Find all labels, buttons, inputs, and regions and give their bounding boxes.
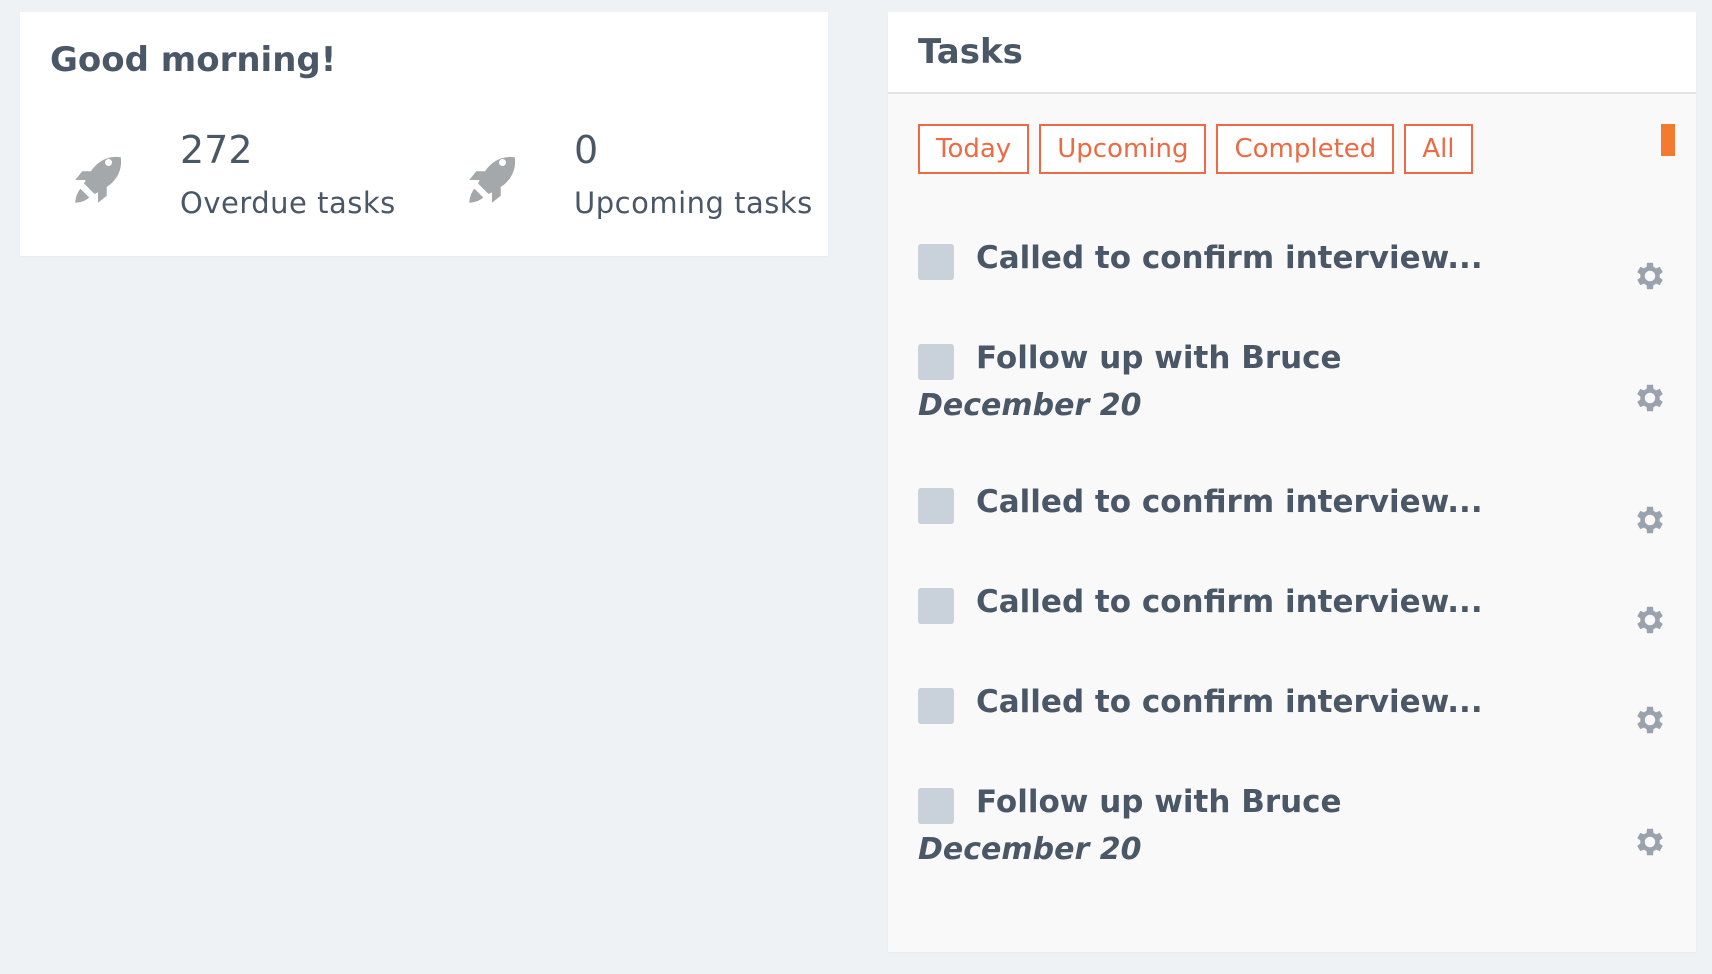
gear-icon[interactable] bbox=[1632, 602, 1668, 638]
upcoming-tasks-stat[interactable]: 0 Upcoming tasks bbox=[464, 122, 824, 232]
gear-icon[interactable] bbox=[1632, 502, 1668, 538]
upcoming-label: Upcoming tasks bbox=[574, 186, 813, 220]
task-filters: Today Upcoming Completed All bbox=[918, 124, 1473, 174]
greeting-heading: Good morning! bbox=[50, 40, 337, 80]
tasks-title: Tasks bbox=[918, 32, 1023, 72]
task-checkbox[interactable] bbox=[918, 788, 954, 824]
gear-icon[interactable] bbox=[1632, 824, 1668, 860]
task-title[interactable]: Follow up with Bruce bbox=[976, 340, 1342, 376]
filter-completed-button[interactable]: Completed bbox=[1216, 124, 1395, 174]
task-checkbox[interactable] bbox=[918, 244, 954, 280]
welcome-card: Good morning! 272 Overdue tasks 0 Upcomi… bbox=[20, 12, 828, 256]
overdue-label: Overdue tasks bbox=[180, 186, 396, 220]
overdue-tasks-stat[interactable]: 272 Overdue tasks bbox=[70, 122, 430, 232]
gear-icon[interactable] bbox=[1632, 702, 1668, 738]
task-title[interactable]: Called to confirm interview... bbox=[976, 484, 1483, 520]
task-title[interactable]: Called to confirm interview... bbox=[976, 584, 1483, 620]
task-checkbox[interactable] bbox=[918, 688, 954, 724]
filter-upcoming-button[interactable]: Upcoming bbox=[1039, 124, 1207, 174]
task-checkbox[interactable] bbox=[918, 588, 954, 624]
task-checkbox[interactable] bbox=[918, 344, 954, 380]
rocket-icon bbox=[70, 152, 126, 208]
rocket-icon bbox=[464, 152, 520, 208]
task-checkbox[interactable] bbox=[918, 488, 954, 524]
scrollbar-thumb[interactable] bbox=[1661, 124, 1675, 156]
upcoming-count: 0 bbox=[574, 128, 599, 172]
task-due-date: December 20 bbox=[918, 832, 1142, 867]
tasks-card: Tasks Today Upcoming Completed All Calle… bbox=[888, 12, 1696, 952]
filter-today-button[interactable]: Today bbox=[918, 124, 1030, 174]
filter-all-button[interactable]: All bbox=[1404, 124, 1473, 174]
overdue-count: 272 bbox=[180, 128, 253, 172]
task-title[interactable]: Called to confirm interview... bbox=[976, 240, 1483, 276]
gear-icon[interactable] bbox=[1632, 258, 1668, 294]
task-title[interactable]: Follow up with Bruce bbox=[976, 784, 1342, 820]
tasks-header: Tasks bbox=[888, 12, 1696, 94]
task-title[interactable]: Called to confirm interview... bbox=[976, 684, 1483, 720]
task-due-date: December 20 bbox=[918, 388, 1142, 423]
gear-icon[interactable] bbox=[1632, 380, 1668, 416]
